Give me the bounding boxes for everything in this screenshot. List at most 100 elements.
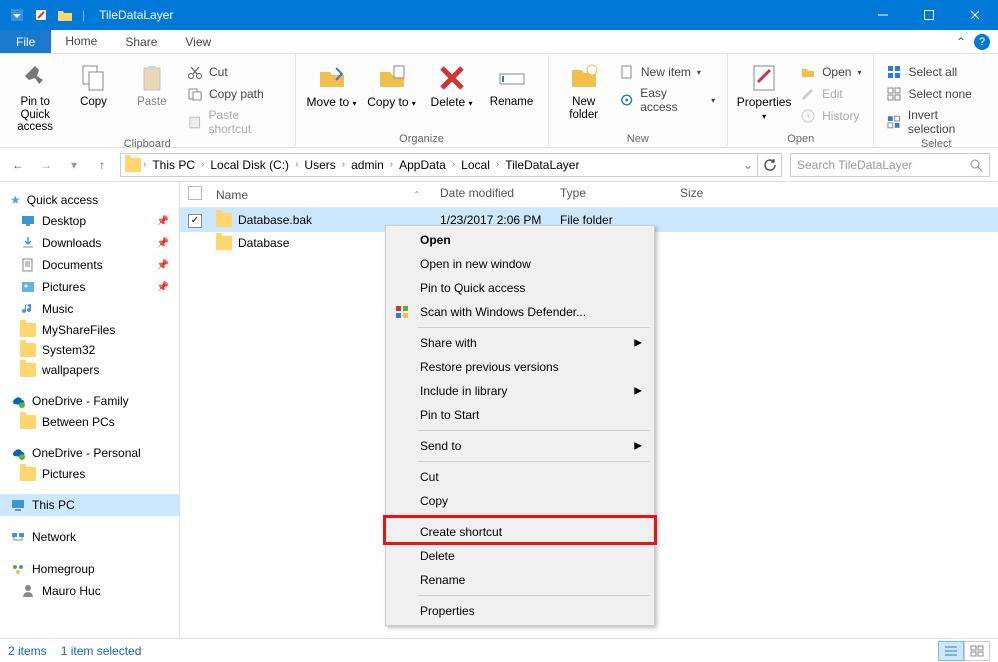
sidebar-item-desktop[interactable]: Desktop📌 bbox=[0, 210, 179, 232]
view-details-button[interactable] bbox=[938, 641, 964, 661]
sidebar-item-documents[interactable]: Documents📌 bbox=[0, 254, 179, 276]
qat-dropdown-icon[interactable] bbox=[6, 4, 28, 26]
sidebar-quick-access[interactable]: ★Quick access bbox=[0, 190, 179, 210]
ctx-cut[interactable]: Cut bbox=[388, 465, 652, 489]
column-header-date[interactable]: Date modified bbox=[440, 186, 560, 203]
sidebar-network[interactable]: Network bbox=[0, 526, 179, 548]
column-header-size[interactable]: Size bbox=[680, 186, 760, 203]
new-item-button[interactable]: New item ▾ bbox=[615, 62, 719, 82]
edit-button[interactable]: Edit bbox=[796, 84, 865, 104]
music-icon bbox=[20, 301, 36, 317]
cut-button[interactable]: Cut bbox=[183, 62, 287, 82]
move-to-button[interactable]: Move to ▾ bbox=[304, 58, 360, 110]
column-header-checkbox[interactable] bbox=[180, 186, 210, 203]
ctx-create-shortcut[interactable]: Create shortcut bbox=[388, 520, 652, 544]
chevron-right-icon[interactable]: › bbox=[342, 159, 345, 170]
column-header-type[interactable]: Type bbox=[560, 186, 680, 203]
sidebar-item-downloads[interactable]: Downloads📌 bbox=[0, 232, 179, 254]
address-bar[interactable]: › This PC› Local Disk (C:)› Users› admin… bbox=[120, 153, 758, 177]
tab-home[interactable]: Home bbox=[51, 30, 111, 53]
ctx-include-library[interactable]: Include in library▶ bbox=[388, 379, 652, 403]
open-button[interactable]: Open ▾ bbox=[796, 62, 865, 82]
chevron-right-icon[interactable]: › bbox=[201, 159, 204, 170]
chevron-right-icon[interactable]: › bbox=[390, 159, 393, 170]
chevron-right-icon[interactable]: › bbox=[452, 159, 455, 170]
easy-access-button[interactable]: Easy access ▾ bbox=[615, 84, 719, 116]
chevron-right-icon[interactable]: › bbox=[496, 159, 499, 170]
defender-icon bbox=[394, 304, 410, 320]
sidebar-item-pictures-od[interactable]: Pictures bbox=[0, 464, 179, 484]
sidebar-this-pc[interactable]: This PC bbox=[0, 494, 179, 516]
copy-path-button[interactable]: Copy path bbox=[183, 84, 287, 104]
close-button[interactable] bbox=[952, 0, 998, 30]
crumb-4[interactable]: AppData bbox=[395, 158, 450, 172]
sidebar-item-mauro[interactable]: Mauro Huc bbox=[0, 580, 179, 602]
paste-button[interactable]: Paste bbox=[125, 58, 179, 109]
delete-button[interactable]: Delete ▾ bbox=[424, 58, 480, 110]
ctx-copy[interactable]: Copy bbox=[388, 489, 652, 513]
qat-new-folder-icon[interactable] bbox=[54, 4, 76, 26]
address-dropdown-icon[interactable]: ⌄ bbox=[743, 158, 753, 172]
paste-shortcut-button[interactable]: Paste shortcut bbox=[183, 106, 287, 138]
search-input[interactable]: Search TileDataLayer bbox=[790, 153, 990, 177]
minimize-button[interactable] bbox=[860, 0, 906, 30]
crumb-5[interactable]: Local bbox=[457, 158, 494, 172]
pin-icon: 📌 bbox=[157, 260, 169, 271]
collapse-ribbon-icon[interactable]: ⌃ bbox=[956, 35, 966, 49]
invert-selection-button[interactable]: Invert selection bbox=[882, 106, 990, 138]
navigation-pane[interactable]: ★Quick access Desktop📌 Downloads📌 Docume… bbox=[0, 182, 180, 638]
crumb-1[interactable]: Local Disk (C:) bbox=[206, 158, 293, 172]
select-all-button[interactable]: Select all bbox=[882, 62, 990, 82]
column-header-name[interactable]: Name⌃ bbox=[210, 186, 440, 203]
copy-button[interactable]: Copy bbox=[66, 58, 120, 109]
sidebar-item-pictures[interactable]: Pictures📌 bbox=[0, 276, 179, 298]
ctx-restore-versions[interactable]: Restore previous versions bbox=[388, 355, 652, 379]
ctx-pin-start[interactable]: Pin to Start bbox=[388, 403, 652, 427]
crumb-3[interactable]: admin bbox=[347, 158, 388, 172]
recent-locations-button[interactable]: ▾ bbox=[64, 158, 84, 172]
tab-view[interactable]: View bbox=[171, 30, 225, 53]
pin-to-quick-access-button[interactable]: Pin to Quick access bbox=[8, 58, 62, 134]
ctx-properties[interactable]: Properties bbox=[388, 599, 652, 623]
chevron-right-icon[interactable]: › bbox=[295, 159, 298, 170]
ctx-open[interactable]: Open bbox=[388, 228, 652, 252]
new-folder-button[interactable]: New folder bbox=[557, 58, 611, 121]
row-checkbox[interactable]: ✓ bbox=[188, 214, 202, 228]
copy-to-button[interactable]: Copy to ▾ bbox=[364, 58, 420, 110]
ctx-share-with[interactable]: Share with▶ bbox=[388, 331, 652, 355]
properties-button[interactable]: Properties ▾ bbox=[736, 58, 792, 122]
rename-button[interactable]: Rename bbox=[484, 58, 540, 109]
refresh-button[interactable] bbox=[758, 153, 782, 177]
paste-icon bbox=[136, 62, 168, 94]
select-none-button[interactable]: Select none bbox=[882, 84, 990, 104]
sidebar-item-mysharefiles[interactable]: MyShareFiles bbox=[0, 320, 179, 340]
sidebar-item-wallpapers[interactable]: wallpapers bbox=[0, 360, 179, 380]
up-button[interactable]: ↑ bbox=[92, 158, 112, 172]
view-large-icons-button[interactable] bbox=[964, 641, 990, 661]
sidebar-item-between-pcs[interactable]: Between PCs bbox=[0, 412, 179, 432]
sidebar-onedrive-personal[interactable]: OneDrive - Personal bbox=[0, 442, 179, 464]
ctx-send-to[interactable]: Send to▶ bbox=[388, 434, 652, 458]
ctx-scan-defender[interactable]: Scan with Windows Defender... bbox=[388, 300, 652, 324]
sidebar-homegroup[interactable]: Homegroup bbox=[0, 558, 179, 580]
search-icon bbox=[969, 158, 983, 172]
ctx-open-new-window[interactable]: Open in new window bbox=[388, 252, 652, 276]
forward-button[interactable]: → bbox=[36, 158, 56, 172]
maximize-button[interactable] bbox=[906, 0, 952, 30]
sidebar-item-music[interactable]: Music bbox=[0, 298, 179, 320]
qat-properties-icon[interactable] bbox=[30, 4, 52, 26]
crumb-0[interactable]: This PC bbox=[148, 158, 199, 172]
ctx-pin-quick-access[interactable]: Pin to Quick access bbox=[388, 276, 652, 300]
tab-share[interactable]: Share bbox=[111, 30, 171, 53]
crumb-2[interactable]: Users bbox=[300, 158, 339, 172]
sidebar-item-system32[interactable]: System32 bbox=[0, 340, 179, 360]
help-icon[interactable]: ? bbox=[974, 34, 990, 50]
tab-file[interactable]: File bbox=[0, 30, 51, 53]
ctx-rename[interactable]: Rename bbox=[388, 568, 652, 592]
ctx-delete[interactable]: Delete bbox=[388, 544, 652, 568]
back-button[interactable]: ← bbox=[8, 158, 28, 172]
sidebar-onedrive-family[interactable]: OneDrive - Family bbox=[0, 390, 179, 412]
history-button[interactable]: History bbox=[796, 106, 865, 126]
select-none-icon bbox=[886, 86, 902, 102]
crumb-6[interactable]: TileDataLayer bbox=[501, 158, 583, 172]
